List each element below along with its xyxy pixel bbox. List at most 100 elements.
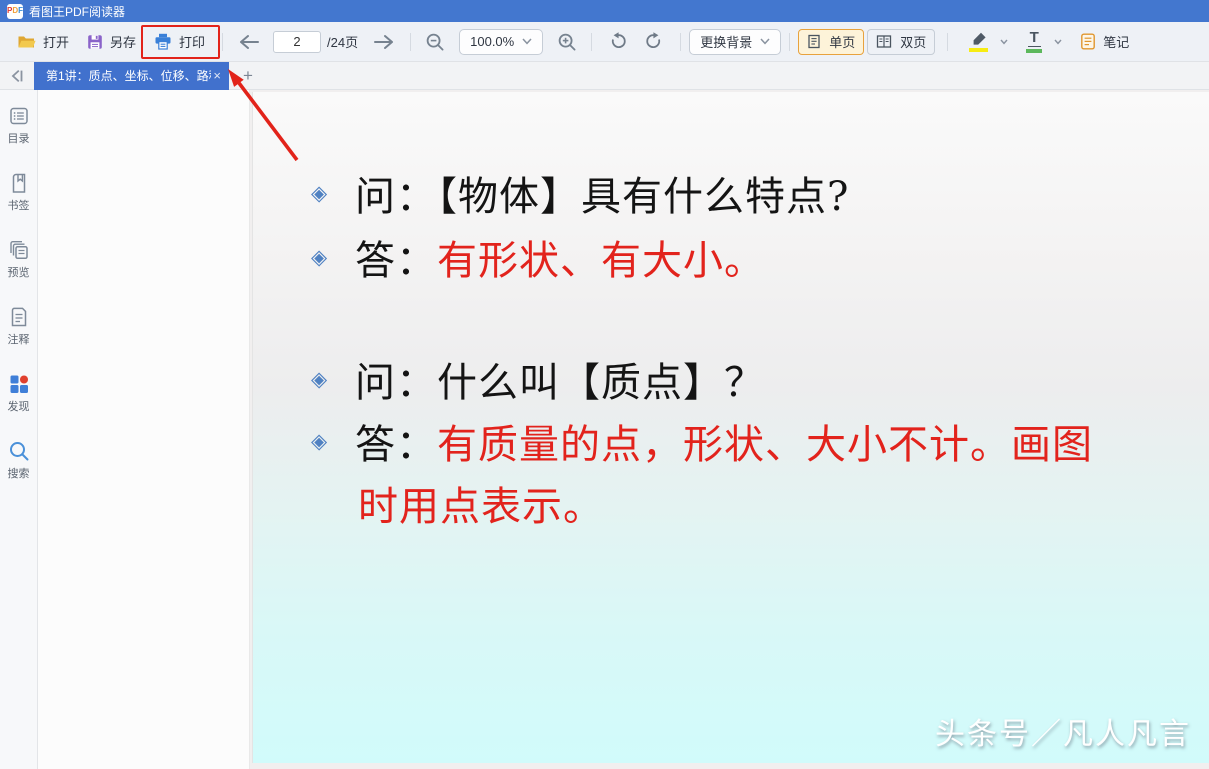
floppy-disk-icon [87, 34, 103, 50]
sidebar-item-bookmarks[interactable]: 书签 [8, 172, 30, 213]
answer-2-text: 有质量的点，形状、大小不计。画图 [437, 412, 1093, 470]
chevron-left-bar-icon [8, 67, 26, 85]
text-tool-button[interactable]: T [1017, 27, 1071, 57]
left-icon-bar: 目录 书签 预览 注释 [0, 90, 38, 769]
answer-2-prefix: 答： [355, 412, 437, 470]
note-document-icon [1080, 33, 1096, 50]
watermark: 头条号／凡人凡言 [935, 709, 1191, 753]
stacked-pages-icon [8, 239, 30, 261]
previous-page-button[interactable] [231, 27, 267, 57]
notes-button[interactable]: 笔记 [1071, 27, 1138, 57]
sidebar-item-annotations[interactable]: 注释 [8, 306, 30, 347]
open-button[interactable]: 打开 [8, 27, 78, 57]
toc-icon [8, 105, 30, 127]
toolbar-separator [789, 33, 790, 51]
main-toolbar: 打开 另存 打印 /24页 [0, 22, 1209, 62]
single-page-button[interactable]: 单页 [798, 29, 864, 55]
question-2-text: 问：什么叫【质点】？ [355, 350, 765, 408]
text-color-bar [1026, 49, 1042, 53]
print-button[interactable]: 打印 [145, 27, 214, 57]
sidebar-item-discover[interactable]: 发现 [8, 373, 30, 414]
zoom-level-value: 100.0% [470, 34, 514, 49]
change-background-label: 更换背景 [700, 32, 752, 51]
toolbar-separator [591, 33, 592, 51]
highlighter-pen-icon [970, 32, 988, 46]
sidebar-label-search: 搜索 [8, 465, 30, 481]
chevron-down-icon [1000, 39, 1008, 45]
save-as-button[interactable]: 另存 [78, 27, 145, 57]
rotate-ccw-icon [608, 32, 628, 52]
toolbar-separator [947, 33, 948, 51]
diamond-bullet-icon: ◈ [311, 429, 355, 453]
document-view[interactable]: ◈ 问：【物体】具有什么特点? ◈ 答： 有形状、有大小。 ◈ 问：什么叫【质点… [250, 90, 1209, 769]
chevron-down-icon [1054, 39, 1062, 45]
toolbar-separator [680, 33, 681, 51]
toolbar-separator [410, 33, 411, 51]
sidebar-item-preview[interactable]: 预览 [8, 239, 30, 280]
highlighter-button[interactable] [960, 27, 1017, 57]
magnifier-minus-icon [425, 32, 445, 52]
main-area: 目录 书签 预览 注释 [0, 90, 1209, 769]
print-label: 打印 [179, 32, 205, 51]
double-page-icon [876, 34, 892, 49]
text-tool-icon: T [1028, 30, 1041, 47]
answer-line-2: ◈ 答： 有质量的点，形状、大小不计。画图 [311, 412, 1093, 470]
diamond-bullet-icon: ◈ [311, 367, 355, 391]
sidebar-label-toc: 目录 [8, 130, 30, 146]
window-title: 看图王PDF阅读器 [29, 3, 125, 20]
page-total-label: /24页 [327, 32, 358, 51]
tab-bar: 第1讲：质点、坐标、位移、路程 × + [0, 62, 1209, 90]
question-line-1: ◈ 问：【物体】具有什么特点? [311, 164, 849, 222]
zoom-out-button[interactable] [419, 27, 451, 57]
question-1-text: 问：【物体】具有什么特点? [355, 164, 849, 222]
diamond-bullet-icon: ◈ [311, 181, 355, 205]
arrow-right-icon [372, 32, 396, 52]
save-as-label: 另存 [110, 32, 136, 51]
next-page-button[interactable] [366, 27, 402, 57]
zoom-in-button[interactable] [551, 27, 583, 57]
magnifier-plus-icon [557, 32, 577, 52]
title-bar: PDF 看图王PDF阅读器 [0, 0, 1209, 22]
chevron-down-icon [522, 38, 532, 45]
sidebar-item-toc[interactable]: 目录 [8, 105, 30, 146]
answer-1-text: 有形状、有大小。 [437, 228, 765, 286]
collapse-sidebar-button[interactable] [0, 62, 34, 90]
question-line-2: ◈ 问：什么叫【质点】？ [311, 350, 765, 408]
single-page-icon [807, 34, 821, 49]
highlight-color-bar [969, 48, 988, 52]
chevron-down-icon [760, 38, 770, 45]
sidebar-item-search[interactable]: 搜索 [8, 440, 30, 481]
sidebar-label-bookmarks: 书签 [8, 197, 30, 213]
page-number-input[interactable] [273, 31, 321, 53]
sidebar-label-discover: 发现 [8, 398, 30, 414]
zoom-level-select[interactable]: 100.0% [459, 29, 543, 55]
discover-icon [8, 373, 30, 395]
rotate-cw-icon [644, 32, 664, 52]
folder-open-icon [17, 34, 36, 50]
bookmark-icon [8, 172, 30, 194]
toolbar-separator [222, 33, 223, 51]
tab-close-icon[interactable]: × [211, 69, 223, 82]
side-panel[interactable] [38, 90, 250, 769]
pdf-page: ◈ 问：【物体】具有什么特点? ◈ 答： 有形状、有大小。 ◈ 问：什么叫【质点… [252, 92, 1209, 763]
diamond-bullet-icon: ◈ [311, 245, 355, 269]
single-page-label: 单页 [829, 32, 855, 51]
arrow-left-icon [237, 32, 261, 52]
double-page-label: 双页 [900, 32, 926, 51]
annotation-page-icon [8, 306, 30, 328]
answer-line-2-continued: 时用点表示。 [358, 474, 604, 532]
change-background-select[interactable]: 更换背景 [689, 29, 781, 55]
answer-line-1: ◈ 答： 有形状、有大小。 [311, 228, 765, 286]
sidebar-label-annotations: 注释 [8, 331, 30, 347]
double-page-button[interactable]: 双页 [867, 29, 935, 55]
printer-icon [154, 33, 172, 50]
rotate-right-button[interactable] [636, 27, 672, 57]
answer-2-text-continued: 时用点表示。 [358, 474, 604, 532]
rotate-left-button[interactable] [600, 27, 636, 57]
app-logo-icon: PDF [7, 4, 23, 19]
new-tab-button[interactable]: + [243, 67, 253, 84]
open-label: 打开 [43, 32, 69, 51]
tab-title: 第1讲：质点、坐标、位移、路程 [46, 67, 211, 84]
answer-1-prefix: 答： [355, 228, 437, 286]
document-tab[interactable]: 第1讲：质点、坐标、位移、路程 × [34, 62, 229, 90]
